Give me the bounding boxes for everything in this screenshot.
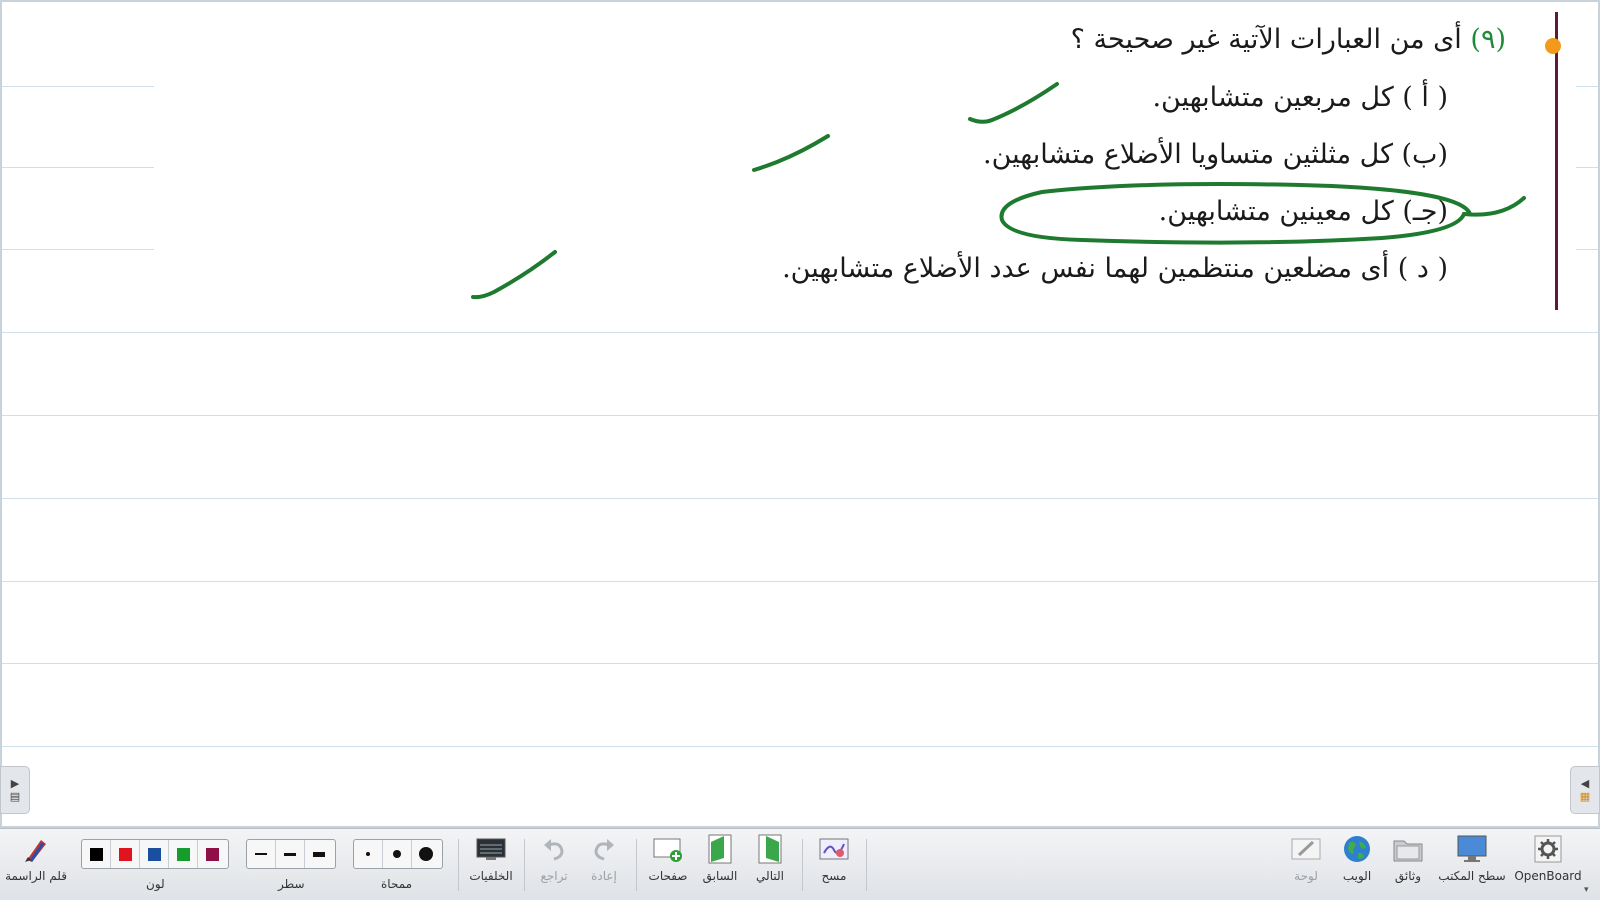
ruled-line [2, 167, 154, 168]
next-page-button[interactable]: التالي [746, 833, 794, 883]
color-green[interactable] [169, 840, 198, 868]
web-mode-button[interactable]: الويب [1335, 833, 1379, 883]
ruled-line [2, 663, 1598, 664]
monitor-icon [1455, 833, 1489, 865]
gear-icon [1531, 833, 1565, 865]
folder-icon [1391, 833, 1425, 865]
next-label: التالي [756, 869, 784, 883]
ruled-line [1576, 167, 1598, 168]
toolbar-separator [802, 839, 803, 891]
question-body: أى من العبارات الآتية غير صحيحة ؟ [1070, 24, 1462, 55]
pages-panel-icon: ▤ [9, 790, 21, 803]
eraser-label: ممحاة [381, 877, 413, 891]
chevron-down-icon[interactable]: ▾ [1584, 885, 1589, 895]
color-maroon[interactable] [198, 840, 226, 868]
desktop-mode-button[interactable]: سطح المكتب [1436, 833, 1508, 883]
next-page-icon [753, 833, 787, 865]
undo-button[interactable]: تراجع [532, 833, 576, 883]
clear-page-button[interactable]: مسح [810, 833, 858, 883]
previous-label: السابق [702, 869, 738, 883]
previous-page-icon [703, 833, 737, 865]
pen-tool[interactable]: قلم الراسمة [5, 833, 67, 883]
globe-icon [1340, 833, 1374, 865]
eraser-small[interactable] [354, 840, 383, 868]
question-text: (٩) أى من العبارات الآتية غير صحيحة ؟ [1071, 24, 1506, 55]
backgrounds-label: الخلفيات [469, 869, 513, 883]
checkmark-b [752, 134, 830, 172]
ruled-line [2, 498, 1598, 499]
triangle-left-icon: ◀ [1580, 777, 1590, 790]
line-width-group [246, 839, 336, 869]
board-icon [1289, 833, 1323, 865]
option-c: (جـ) كل معينين متشابهين. [1158, 196, 1448, 227]
redo-label: إعادة [591, 869, 617, 883]
toolbar-separator [636, 839, 637, 891]
checkmark-a [968, 82, 1059, 124]
left-panel-toggle[interactable]: ▶ ▤ [0, 766, 30, 814]
redo-button[interactable]: إعادة [582, 833, 626, 883]
board-label: لوحة [1294, 869, 1318, 883]
question-bullet [1545, 38, 1561, 54]
previous-page-button[interactable]: السابق [696, 833, 744, 883]
eraser-size-group [353, 839, 443, 869]
ruled-line [1576, 249, 1598, 250]
line-medium[interactable] [276, 840, 305, 868]
toolbar-separator [866, 839, 867, 891]
undo-label: تراجع [540, 869, 568, 883]
undo-icon [537, 833, 571, 865]
clear-icon [817, 833, 851, 865]
color-red[interactable] [111, 840, 140, 868]
ruled-line [2, 249, 154, 250]
ruled-line [2, 415, 1598, 416]
documents-mode-button[interactable]: وثائق [1386, 833, 1430, 883]
add-page-icon [651, 833, 685, 865]
redo-icon [587, 833, 621, 865]
board-mode-button[interactable]: لوحة [1284, 833, 1328, 883]
pages-label: صفحات [648, 869, 688, 883]
library-panel-icon: ▦ [1579, 790, 1591, 803]
ruled-line [2, 86, 154, 87]
line-thick[interactable] [305, 840, 333, 868]
bottom-toolbar: قلم الراسمة لون سطر ممحاة الخلفيات تراجع… [0, 828, 1600, 900]
documents-label: وثائق [1394, 869, 1422, 883]
toolbar-separator [524, 839, 525, 891]
clear-label: مسح [821, 869, 847, 883]
eraser-medium[interactable] [383, 840, 412, 868]
web-label: الويب [1342, 869, 1372, 883]
backgrounds-icon [474, 833, 508, 865]
ruled-line [2, 746, 1598, 747]
desktop-label: سطح المكتب [1438, 869, 1506, 883]
toolbar-separator [458, 839, 459, 891]
openboard-menu-button[interactable]: OpenBoard [1514, 833, 1582, 883]
margin-line [1555, 12, 1558, 310]
line-thin[interactable] [247, 840, 276, 868]
option-b: (ب) كل مثلثين متساويا الأضلاع متشابهين. [982, 139, 1448, 170]
triangle-right-icon: ▶ [10, 777, 20, 790]
checkmark-d [471, 250, 557, 300]
pen-label: قلم الراسمة [5, 869, 67, 883]
ruled-line [1576, 86, 1598, 87]
color-black[interactable] [82, 840, 111, 868]
ruled-line [2, 332, 1598, 333]
option-a: ( أ ) كل مربعين متشابهين. [1152, 82, 1448, 113]
color-blue[interactable] [140, 840, 169, 868]
question-number: (٩) [1470, 24, 1506, 55]
whiteboard-canvas[interactable]: (٩) أى من العبارات الآتية غير صحيحة ؟ ( … [0, 0, 1600, 828]
ruled-line [2, 581, 1598, 582]
pages-button[interactable]: صفحات [644, 833, 692, 883]
pen-icon [19, 833, 53, 865]
eraser-large[interactable] [412, 840, 440, 868]
openboard-label: OpenBoard [1514, 869, 1582, 883]
color-palette [81, 839, 229, 869]
right-panel-toggle[interactable]: ◀ ▦ [1570, 766, 1600, 814]
option-d: ( د ) أى مضلعين منتظمين لهما نفس عدد الأ… [782, 253, 1448, 284]
color-label: لون [146, 877, 165, 891]
backgrounds-button[interactable]: الخلفيات [464, 833, 518, 883]
line-label: سطر [278, 877, 305, 891]
